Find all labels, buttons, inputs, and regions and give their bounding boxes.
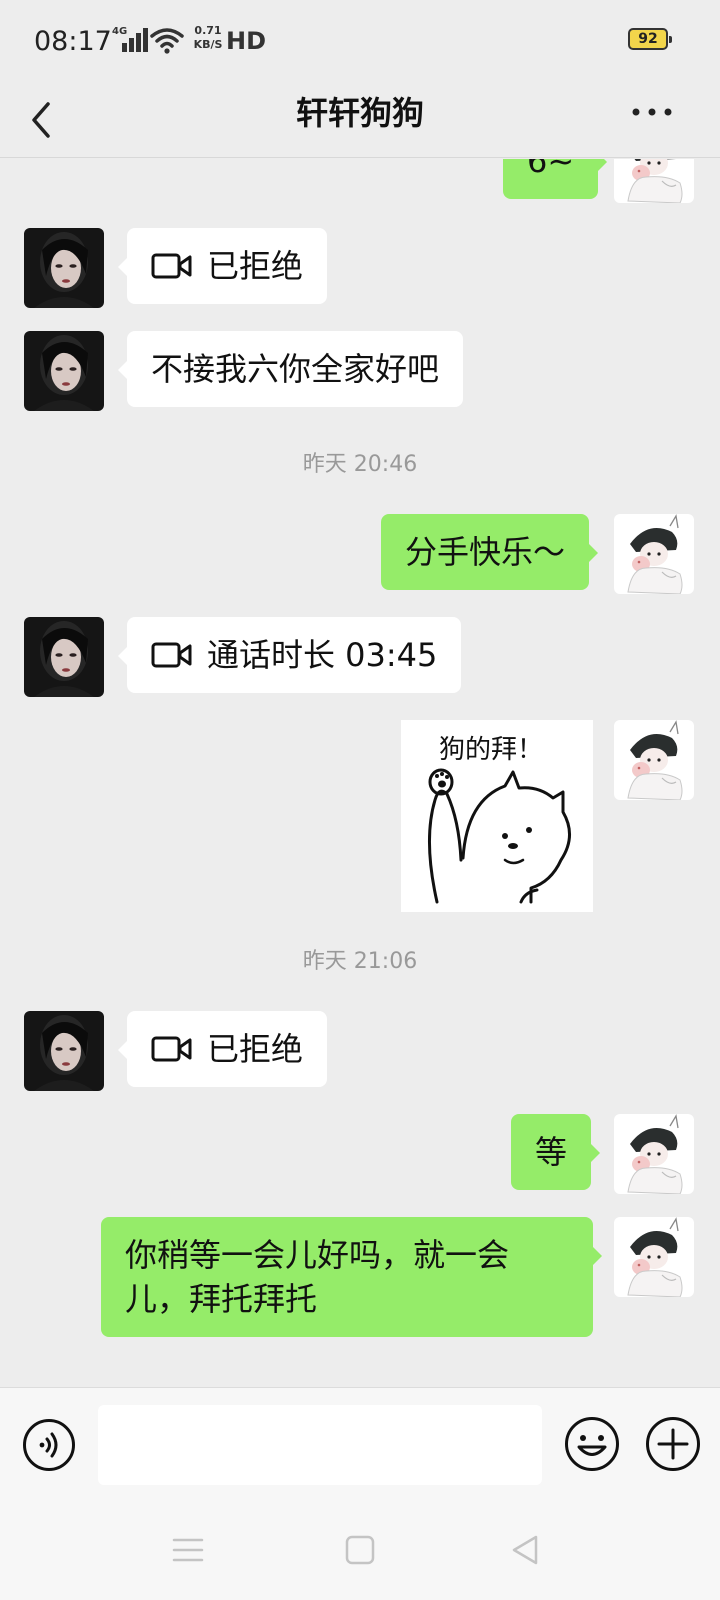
battery-level: 92: [638, 31, 658, 47]
contact-avatar[interactable]: [24, 331, 104, 411]
emoji-icon[interactable]: [564, 1416, 620, 1472]
message-row: 6~: [0, 159, 720, 203]
message-text: 等: [535, 1133, 568, 1171]
more-options-icon[interactable]: [630, 94, 674, 130]
message-row: 狗的拜！: [0, 720, 720, 912]
contact-avatar[interactable]: [24, 1011, 104, 1091]
voice-icon[interactable]: [22, 1418, 76, 1472]
chat-screen: 08:17 4G 0.71 KB/S HD 92 轩轩狗狗 6~ 已拒绝 不接我…: [0, 0, 720, 1600]
message-input[interactable]: [98, 1405, 542, 1485]
message-bubble[interactable]: 分手快乐～: [381, 514, 599, 590]
video-call-icon: [151, 1036, 192, 1062]
my-avatar[interactable]: [614, 514, 694, 594]
message-text: 分手快乐～: [405, 533, 566, 571]
message-row: 分手快乐～: [0, 514, 720, 594]
timestamp: 昨天 21:06: [302, 949, 418, 974]
call-status-text: 已拒绝: [207, 1030, 304, 1068]
message-text: 你稍等一会儿好吗，就一会儿，拜托拜托: [125, 1236, 510, 1318]
call-duration-text: 通话时长 03:45: [207, 636, 438, 674]
message-row: 已拒绝: [0, 228, 720, 308]
network-type-label: 4G: [112, 26, 128, 37]
video-call-icon: [151, 253, 192, 279]
my-avatar[interactable]: [614, 159, 694, 203]
sticker-message[interactable]: 狗的拜！: [401, 720, 593, 912]
message-bubble[interactable]: 等: [511, 1114, 601, 1190]
message-text: 6~: [527, 159, 575, 180]
plus-icon[interactable]: [645, 1416, 701, 1472]
contact-avatar[interactable]: [24, 228, 104, 308]
battery-icon: 92: [628, 28, 672, 50]
video-call-icon: [151, 642, 192, 668]
status-time: 08:17: [34, 26, 112, 57]
message-bubble[interactable]: 不接我六你全家好吧: [117, 331, 464, 407]
message-row: 你稍等一会儿好吗，就一会儿，拜托拜托: [0, 1217, 720, 1337]
message-row: 通话时长 03:45: [0, 617, 720, 697]
network-speed: 0.71 KB/S: [190, 24, 226, 52]
sticker-caption: 狗的拜！: [439, 735, 543, 765]
video-call-bubble[interactable]: 已拒绝: [117, 1011, 328, 1087]
message-text: 不接我六你全家好吧: [151, 350, 440, 388]
my-avatar[interactable]: [614, 1114, 694, 1194]
chat-header: 轩轩狗狗: [0, 80, 720, 158]
message-list[interactable]: 6~ 已拒绝 不接我六你全家好吧 昨天 20:46 分手快乐～ 通话时长 03:…: [0, 159, 720, 1387]
sticker-image: 狗的拜！: [427, 735, 571, 904]
input-bar: [0, 1387, 720, 1497]
my-avatar[interactable]: [614, 720, 694, 800]
video-call-bubble[interactable]: 已拒绝: [117, 228, 328, 304]
system-navigation-bar: [0, 1497, 720, 1600]
message-bubble[interactable]: 你稍等一会儿好吗，就一会儿，拜托拜托: [101, 1217, 602, 1337]
back-triangle-icon[interactable]: [506, 1530, 546, 1570]
home-icon[interactable]: [340, 1530, 380, 1570]
message-row: 不接我六你全家好吧: [0, 331, 720, 411]
video-call-bubble[interactable]: 通话时长 03:45: [117, 617, 462, 693]
status-bar: 08:17 4G 0.71 KB/S HD 92: [0, 0, 720, 80]
network-speed-unit: KB/S: [193, 38, 223, 51]
hd-indicator: HD: [226, 27, 267, 55]
cellular-signal-icon: 4G: [112, 26, 148, 52]
message-row: 已拒绝: [0, 1011, 720, 1091]
my-avatar[interactable]: [614, 1217, 694, 1297]
contact-avatar[interactable]: [24, 617, 104, 697]
menu-icon[interactable]: [168, 1530, 208, 1570]
timestamp: 昨天 20:46: [302, 452, 418, 477]
message-row: 等: [0, 1114, 720, 1194]
chat-title: 轩轩狗狗: [295, 94, 424, 132]
message-bubble[interactable]: 6~: [503, 159, 608, 199]
wifi-icon: [150, 28, 184, 54]
network-speed-value: 0.71: [194, 24, 222, 37]
call-status-text: 已拒绝: [207, 247, 304, 285]
